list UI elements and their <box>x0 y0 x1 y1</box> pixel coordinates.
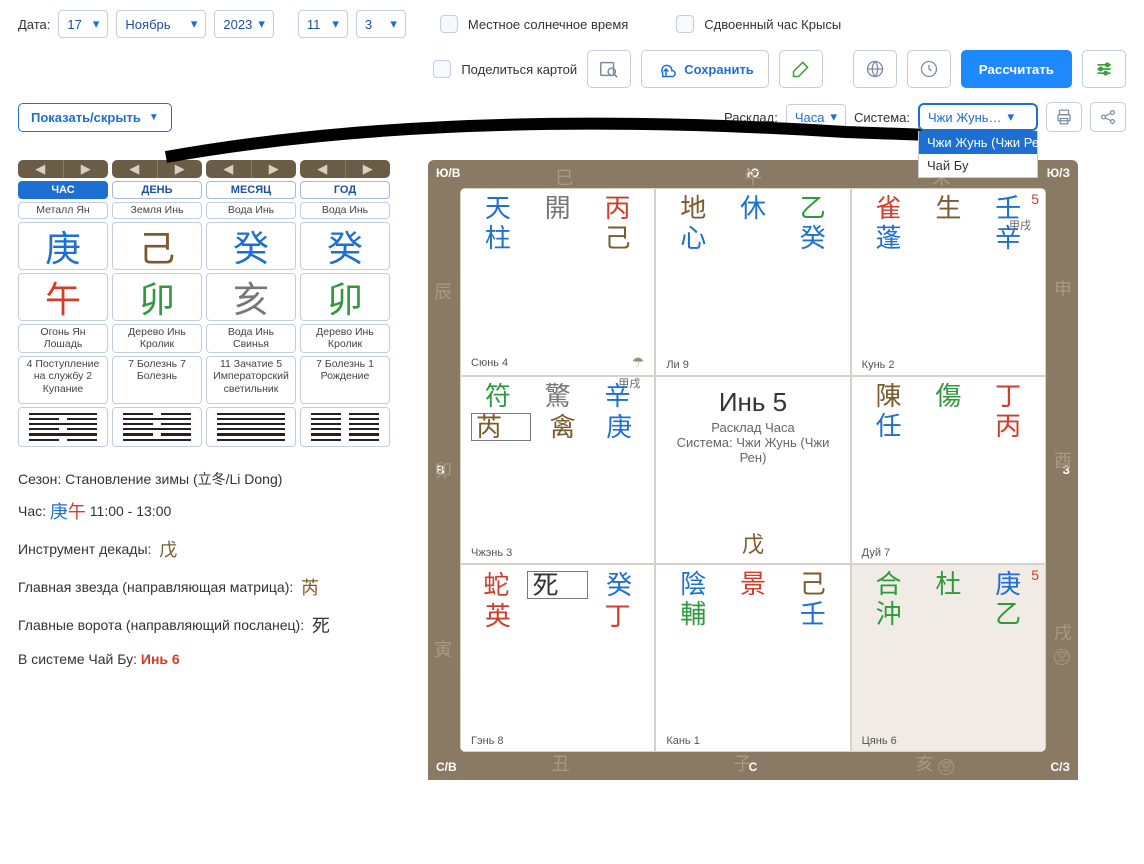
calculate-button[interactable]: Рассчитать <box>961 50 1072 88</box>
hexagram <box>18 407 108 447</box>
minute-select[interactable]: 3 <box>356 10 406 38</box>
globe-icon-button[interactable] <box>853 50 897 88</box>
date-label: Дата: <box>18 17 50 32</box>
branch-label: Огонь Ян Лошадь <box>18 324 108 353</box>
edit-icon-button[interactable] <box>779 50 823 88</box>
palace-center: Инь 5 Расклад Часа Система: Чжи Жунь (Чж… <box>655 376 850 564</box>
system-select[interactable]: Чжи Жунь… <box>918 103 1038 131</box>
stem-label: Металл Ян <box>18 202 108 219</box>
chevron-down-icon <box>390 16 397 32</box>
pillar-notes: 4 Поступление на службу 2 Купание <box>18 356 108 404</box>
palace-dui[interactable]: 陳傷丁 任丙 Дуй 7 <box>851 376 1046 564</box>
stem-char: 庚 <box>18 222 108 270</box>
palace-qian[interactable]: 5 合杜庚 沖乙 Цянь 6 <box>851 564 1046 752</box>
hour-select[interactable]: 11 <box>298 10 348 38</box>
chevron-down-icon <box>191 16 198 32</box>
palace-gen[interactable]: 蛇死癸 英丁 Гэнь 8 <box>460 564 655 752</box>
pillar-prev[interactable]: ◀ <box>18 160 63 178</box>
branch-char: 午 <box>18 273 108 321</box>
hexagram <box>206 407 296 447</box>
badge: 5 <box>1031 567 1039 583</box>
save-button-label: Сохранить <box>684 62 754 77</box>
day-select[interactable]: 17 <box>58 10 108 38</box>
chevron-down-icon <box>258 16 265 32</box>
system-option[interactable]: Чжи Жунь (Чжи Рен) <box>919 131 1037 154</box>
stem-char: 癸 <box>300 222 390 270</box>
palace-kan[interactable]: 陰景己 輔壬 Кань 1 <box>655 564 850 752</box>
inspect-icon-button[interactable] <box>587 50 631 88</box>
system-dropdown: Чжи Жунь (Чжи Рен) Чай Бу <box>918 131 1038 178</box>
palace-zhen[interactable]: 符驚辛甲戌 芮禽庚 Чжэнь 3 <box>460 376 655 564</box>
local-solar-time-checkbox[interactable]: Местное солнечное время <box>440 15 628 33</box>
double-rat-hour-checkbox[interactable]: Сдвоенный час Крысы <box>676 15 841 33</box>
badge: 5 <box>1031 191 1039 207</box>
branch-char: 亥 <box>206 273 296 321</box>
palace-xun[interactable]: 天開丙 柱己 Сюнь 4☂ <box>460 188 655 376</box>
branch-label: Вода Инь Свинья <box>206 324 296 353</box>
pillar-header-hour[interactable]: ЧАС <box>18 181 108 199</box>
pillar-notes: 7 Болезнь 1 Рождение <box>300 356 390 404</box>
palace-li[interactable]: 地休乙 心癸 Ли 9 <box>655 188 850 376</box>
share-icon-button[interactable] <box>1090 102 1126 132</box>
hexagram <box>300 407 390 447</box>
month-select[interactable]: Ноябрь <box>116 10 206 38</box>
stem-char: 己 <box>112 222 202 270</box>
branch-label: Дерево Инь Кролик <box>300 324 390 353</box>
stem-char: 癸 <box>206 222 296 270</box>
share-map-checkbox[interactable]: Поделиться картой <box>433 60 577 78</box>
pillar-notes: 11 Зачатие 5 Императорский светильник <box>206 356 296 404</box>
branch-char: 卯 <box>112 273 202 321</box>
umbrella-icon: ☂ <box>632 354 645 371</box>
clock-icon-button[interactable] <box>907 50 951 88</box>
info-panel: Сезон: Становление зимы (立冬/Li Dong) Час… <box>18 465 398 675</box>
print-icon-button[interactable] <box>1046 102 1082 132</box>
hexagram <box>112 407 202 447</box>
palace-kun[interactable]: 5 雀生壬 蓬辛甲戌 Кунь 2 <box>851 188 1046 376</box>
qimen-chart: Ю/В Ю/З С/В С/З В З Ю С 巳 午 未 丑 子 亥 空 辰 … <box>428 160 1078 780</box>
pillar-notes: 7 Болезнь 7 Болезнь <box>112 356 202 404</box>
settings-icon-button[interactable] <box>1082 50 1126 88</box>
branch-char: 卯 <box>300 273 390 321</box>
pillar-next[interactable]: ▶ <box>63 160 109 178</box>
chevron-down-icon <box>1008 109 1015 125</box>
save-button[interactable]: Сохранить <box>641 50 769 88</box>
branch-label: Дерево Инь Кролик <box>112 324 202 353</box>
system-option[interactable]: Чай Бу <box>919 154 1037 177</box>
chevron-down-icon <box>332 16 339 32</box>
guide-arrow <box>186 103 710 131</box>
chevron-down-icon <box>93 16 100 32</box>
year-select[interactable]: 2023 <box>214 10 273 38</box>
